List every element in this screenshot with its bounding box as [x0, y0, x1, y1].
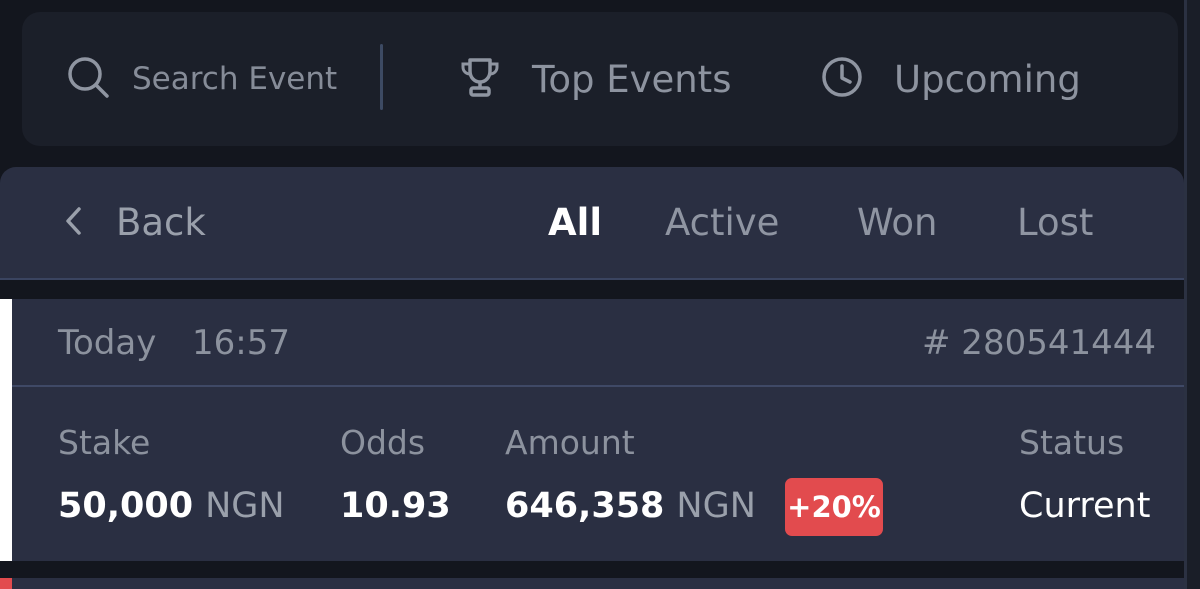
status-value: Current: [1019, 486, 1151, 526]
search-event-label: Search Event: [132, 61, 338, 97]
next-bet-card-accent-bar: [0, 578, 12, 589]
bonus-badge: +20%: [785, 478, 883, 536]
odds-label: Odds: [340, 423, 426, 462]
top-events-label: Top Events: [532, 57, 732, 101]
clock-icon: [820, 55, 864, 103]
back-label: Back: [116, 201, 206, 244]
upcoming-label: Upcoming: [894, 57, 1081, 101]
tab-lost[interactable]: Lost: [1017, 167, 1093, 278]
bet-filter-bar: Back All Active Won Lost: [0, 167, 1184, 280]
next-bet-card[interactable]: [0, 578, 1184, 589]
chevron-left-icon: [64, 206, 82, 240]
search-event-button[interactable]: Search Event: [66, 12, 337, 146]
bet-card-accent-bar: [0, 299, 12, 561]
stake-label: Stake: [58, 423, 151, 462]
right-scroll-rail: [1184, 0, 1200, 589]
tab-won[interactable]: Won: [857, 167, 938, 278]
upcoming-button[interactable]: Upcoming: [820, 12, 1081, 146]
stake-value: 50,000 NGN: [58, 486, 285, 526]
tab-all[interactable]: All: [548, 167, 602, 278]
back-button[interactable]: Back: [64, 167, 206, 278]
amount-currency: NGN: [676, 486, 756, 526]
trophy-icon: [458, 55, 502, 103]
search-divider: [380, 44, 383, 110]
status-label: Status: [1019, 423, 1125, 462]
stake-currency: NGN: [205, 486, 285, 526]
odds-value: 10.93: [340, 486, 451, 526]
top-events-button[interactable]: Top Events: [458, 12, 731, 146]
stake-amount: 50,000: [58, 486, 194, 526]
amount-label: Amount: [505, 423, 635, 462]
bet-time: 16:57: [192, 323, 290, 363]
top-search-bar: Search Event Top Events Upcoming: [22, 12, 1178, 146]
amount-value: 646,358 NGN: [505, 486, 756, 526]
bet-id: # 280541444: [922, 323, 1156, 363]
bet-date: Today: [58, 323, 157, 363]
bet-card-header: Today 16:57 # 280541444: [12, 299, 1184, 387]
search-icon: [66, 55, 110, 103]
tab-active[interactable]: Active: [665, 167, 779, 278]
payout-amount: 646,358: [505, 486, 665, 526]
